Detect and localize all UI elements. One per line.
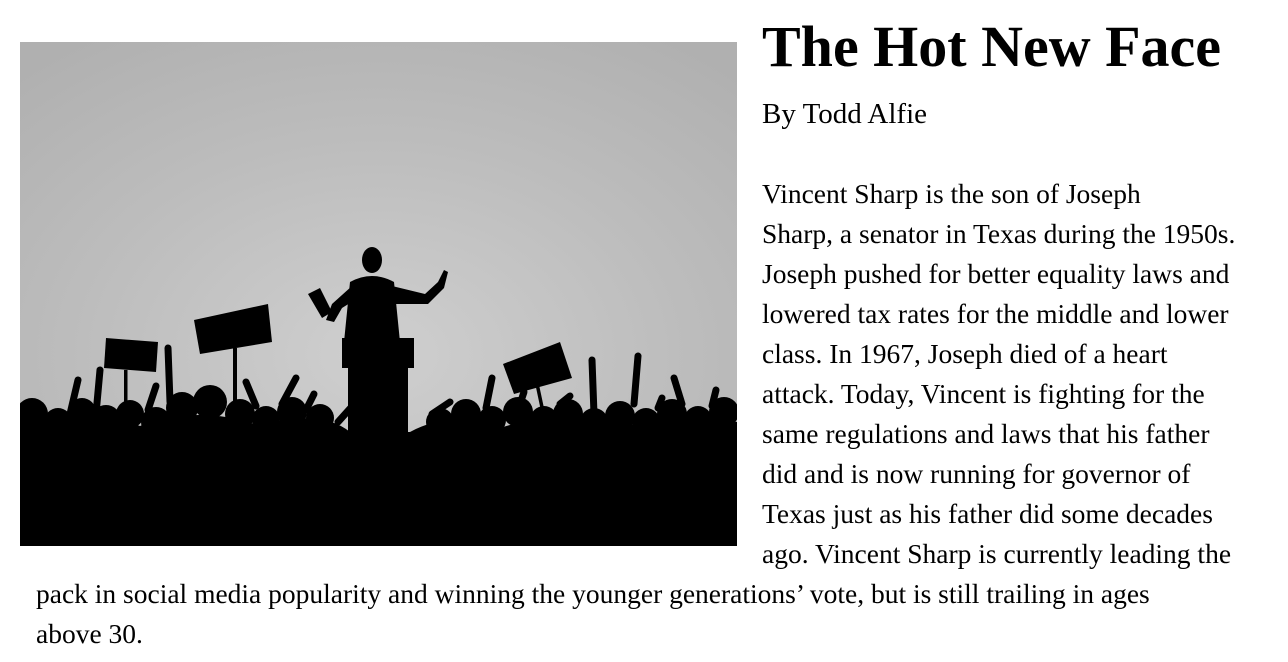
article-body-line: Joseph pushed for better equality laws a… xyxy=(762,258,1230,289)
article-body-line: Sharp, a senator in Texas during the 195… xyxy=(762,218,1236,249)
article-byline: By Todd Alfie xyxy=(762,98,927,130)
article-body-line: Texas just as his father did some decade… xyxy=(762,498,1213,529)
article-body-line: did and is now running for governor of xyxy=(762,458,1191,489)
article-body-line: above 30. xyxy=(36,618,143,649)
article-body-line: same regulations and laws that his fathe… xyxy=(762,418,1210,449)
article-title: The Hot New Face xyxy=(762,14,1222,79)
article-body-line: class. In 1967, Joseph died of a heart xyxy=(762,338,1168,369)
article-body-line: lowered tax rates for the middle and low… xyxy=(762,298,1229,329)
article-hero-image xyxy=(20,42,737,546)
article-body-line: pack in social media popularity and winn… xyxy=(36,578,1150,609)
rally-silhouette-illustration xyxy=(20,42,737,546)
article-body-line: ago. Vincent Sharp is currently leading … xyxy=(762,538,1232,569)
article-body-line: attack. Today, Vincent is fighting for t… xyxy=(762,378,1205,409)
article-body-line: Vincent Sharp is the son of Joseph xyxy=(762,178,1141,209)
